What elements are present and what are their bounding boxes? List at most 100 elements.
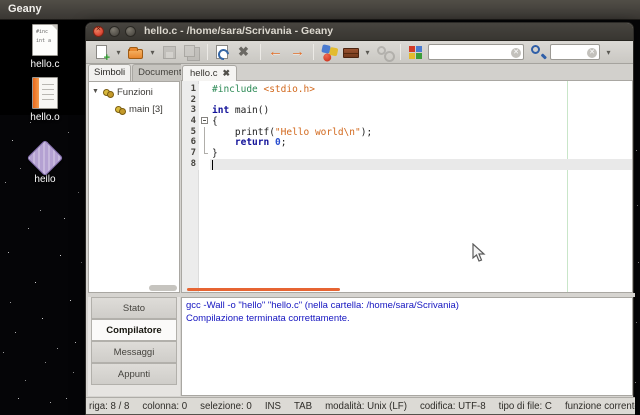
expander-icon[interactable]: ▼ (92, 88, 99, 95)
code-line-5[interactable]: 5 printf("Hello world\n"); (182, 126, 632, 138)
code-line-6[interactable]: 6 return 0; (182, 137, 632, 148)
code-line-1[interactable]: 1 #include <stdio.h> (182, 84, 632, 95)
code-text: printf("Hello world\n"); (212, 126, 373, 138)
status-item: tipo di file: C (498, 400, 552, 412)
statusbar: riga: 8 / 8 colonna: 0 selezione: 0 INS TAB m… (86, 397, 635, 414)
status-item: riga: 8 / 8 (89, 400, 130, 412)
open-icon (128, 46, 143, 59)
message-tab-stato[interactable]: Stato (91, 297, 177, 319)
editor-body[interactable]: 1 #include <stdio.h> 2 3 int main() 4{5 print… (181, 81, 633, 293)
code-line-8[interactable]: 8 (182, 158, 632, 170)
message-tab-compilatore[interactable]: Compilatore (91, 319, 177, 341)
line-number: 8 (182, 158, 199, 170)
color-chooser-button[interactable] (406, 43, 426, 62)
compiler-output-line: gcc -Wall -o "hello" "hello.c" (nella ca… (186, 300, 459, 311)
build-icon (343, 47, 359, 58)
desktop-icon-hello.c[interactable]: #inc int a hello.c (13, 24, 77, 70)
tree-item-label: Funzioni (117, 87, 153, 98)
tree-item-label: main [3] (129, 104, 163, 115)
search-icon (531, 44, 540, 54)
build-dropdown-icon[interactable]: ▾ (363, 48, 372, 57)
fold-margin (199, 127, 210, 138)
sidebar-tab-simboli[interactable]: Simboli (88, 64, 132, 81)
open-dropdown-icon[interactable]: ▾ (148, 48, 157, 57)
compile-button[interactable] (319, 43, 339, 62)
goto-line-input[interactable] (553, 46, 583, 58)
geany-window: hello.c - /home/sara/Scrivania - Geany ▾… (85, 22, 635, 415)
revert-button[interactable] (213, 43, 233, 62)
desktop-icon-label: hello.c (30, 59, 60, 70)
panel-app-menu[interactable]: Geany (8, 3, 42, 15)
c-source-file-icon: #inc int a (32, 24, 58, 56)
tree-item-Funzioni[interactable]: ▼ Funzioni (89, 86, 179, 100)
toolbar-separator (313, 44, 314, 60)
open-button[interactable] (126, 43, 146, 62)
window-maximize-button[interactable] (125, 26, 136, 37)
sidebar-scrollbar[interactable] (149, 285, 177, 291)
code-text: #include <stdio.h> (212, 84, 315, 95)
compiler-output: gcc -Wall -o "hello" "hello.c" (nella ca… (181, 297, 633, 396)
status-item: INS (264, 400, 281, 412)
execute-button (375, 43, 395, 62)
message-tab-messaggi[interactable]: Messaggi (91, 341, 177, 363)
code-text (210, 158, 632, 170)
sidebar: Simboli Documenti ▼ Funzioni main [3] (88, 64, 190, 293)
fold-margin (199, 84, 210, 95)
build-button[interactable] (341, 43, 361, 62)
status-item: codifica: UTF-8 (419, 400, 486, 412)
code-text: } (212, 148, 218, 160)
fold-margin (199, 137, 210, 148)
message-tab-appunti[interactable]: Appunti (91, 363, 177, 385)
exec-icon (377, 45, 395, 62)
goto-dropdown-icon[interactable]: ▾ (604, 48, 613, 57)
new-icon (96, 44, 110, 64)
editor: hello.c ✖ 1 #include <stdio.h> 2 3 int main()… (181, 64, 633, 293)
new-dropdown-icon[interactable]: ▾ (114, 48, 123, 57)
titlebar[interactable]: hello.c - /home/sara/Scrivania - Geany (86, 23, 633, 41)
toolbar-separator (260, 44, 261, 60)
editor-hscrollbar[interactable] (187, 288, 340, 291)
code-line-4[interactable]: 4{ (182, 116, 632, 127)
code-text: int main() (212, 105, 270, 117)
editor-tabbar: hello.c ✖ (181, 64, 633, 81)
sidebar-tabs: Simboli Documenti (88, 64, 190, 81)
fold-margin[interactable] (199, 116, 210, 127)
close-file-button[interactable]: ✖ (235, 43, 255, 62)
status-item: TAB (293, 400, 313, 412)
text-caret (212, 159, 213, 170)
search-input[interactable] (431, 46, 507, 58)
editor-tab-label: hello.c (190, 68, 218, 79)
tree-item-main[interactable]: main [3] (89, 103, 179, 117)
desktop-icon-hello[interactable]: hello (13, 139, 77, 185)
toolbar: ▾ ▾ ✖ ← → ▾ ✕ ✕ ▾ (86, 41, 633, 64)
tab-close-icon[interactable]: ✖ (222, 68, 230, 78)
back-button[interactable]: ← (266, 43, 286, 62)
code-text: return 0; (234, 137, 287, 149)
editor-tab-hello-c[interactable]: hello.c ✖ (182, 65, 238, 81)
desktop-icon-label: hello.o (30, 112, 60, 123)
fold-margin (199, 105, 210, 116)
fold-margin (199, 148, 210, 159)
window-minimize-button[interactable] (109, 26, 120, 37)
line-number: 4 (182, 116, 199, 127)
line-number: 7 (182, 148, 199, 159)
fold-margin (199, 95, 210, 106)
mouse-cursor (472, 243, 486, 262)
clear-icon[interactable]: ✕ (511, 48, 521, 58)
desktop-icon-hello.o[interactable]: hello.o (13, 77, 77, 123)
code-line-7[interactable]: 7} (182, 148, 632, 159)
search-button[interactable] (528, 43, 548, 62)
forward-button[interactable]: → (288, 43, 308, 62)
top-panel: Geany (0, 0, 640, 20)
code-line-3[interactable]: 3 int main() (182, 105, 632, 116)
symbol-icon (103, 89, 114, 98)
new-button[interactable] (92, 43, 112, 64)
clear-icon[interactable]: ✕ (587, 48, 597, 58)
desktop: Geany #incint a hello.c hello.o hello hello… (0, 0, 640, 415)
line-number: 3 (182, 105, 199, 117)
code-line-2[interactable]: 2 (182, 94, 632, 106)
save-button (160, 43, 180, 62)
symbol-tree: ▼ Funzioni main [3] (88, 81, 180, 293)
window-close-button[interactable] (93, 25, 104, 37)
